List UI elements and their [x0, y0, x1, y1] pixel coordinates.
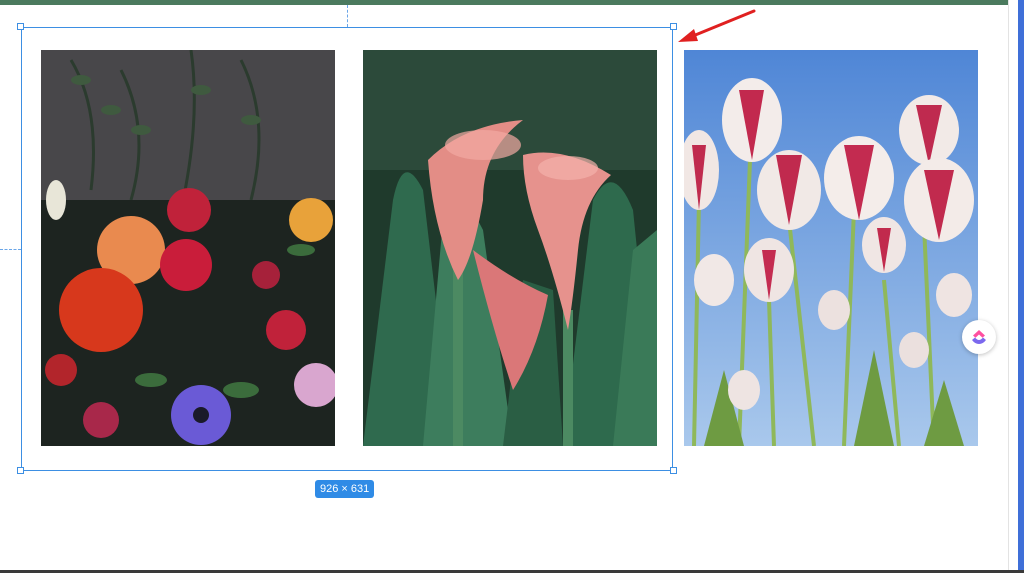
tulips-photo[interactable]	[684, 50, 978, 446]
clickup-floating-button[interactable]	[962, 320, 996, 354]
selection-size-label: 926 × 631	[315, 480, 375, 498]
resize-handle-bottom-left[interactable]	[17, 467, 24, 474]
vertical-guide-line	[347, 5, 348, 27]
top-bar	[0, 0, 1008, 5]
horizontal-guide-line	[0, 249, 21, 250]
resize-handle-top-left[interactable]	[17, 23, 24, 30]
clickup-logo-icon	[972, 330, 986, 344]
resize-handle-bottom-right[interactable]	[670, 467, 677, 474]
window-edge-accent	[1018, 0, 1024, 573]
red-arrow-annotation	[678, 9, 756, 42]
selection-box[interactable]	[21, 27, 673, 471]
